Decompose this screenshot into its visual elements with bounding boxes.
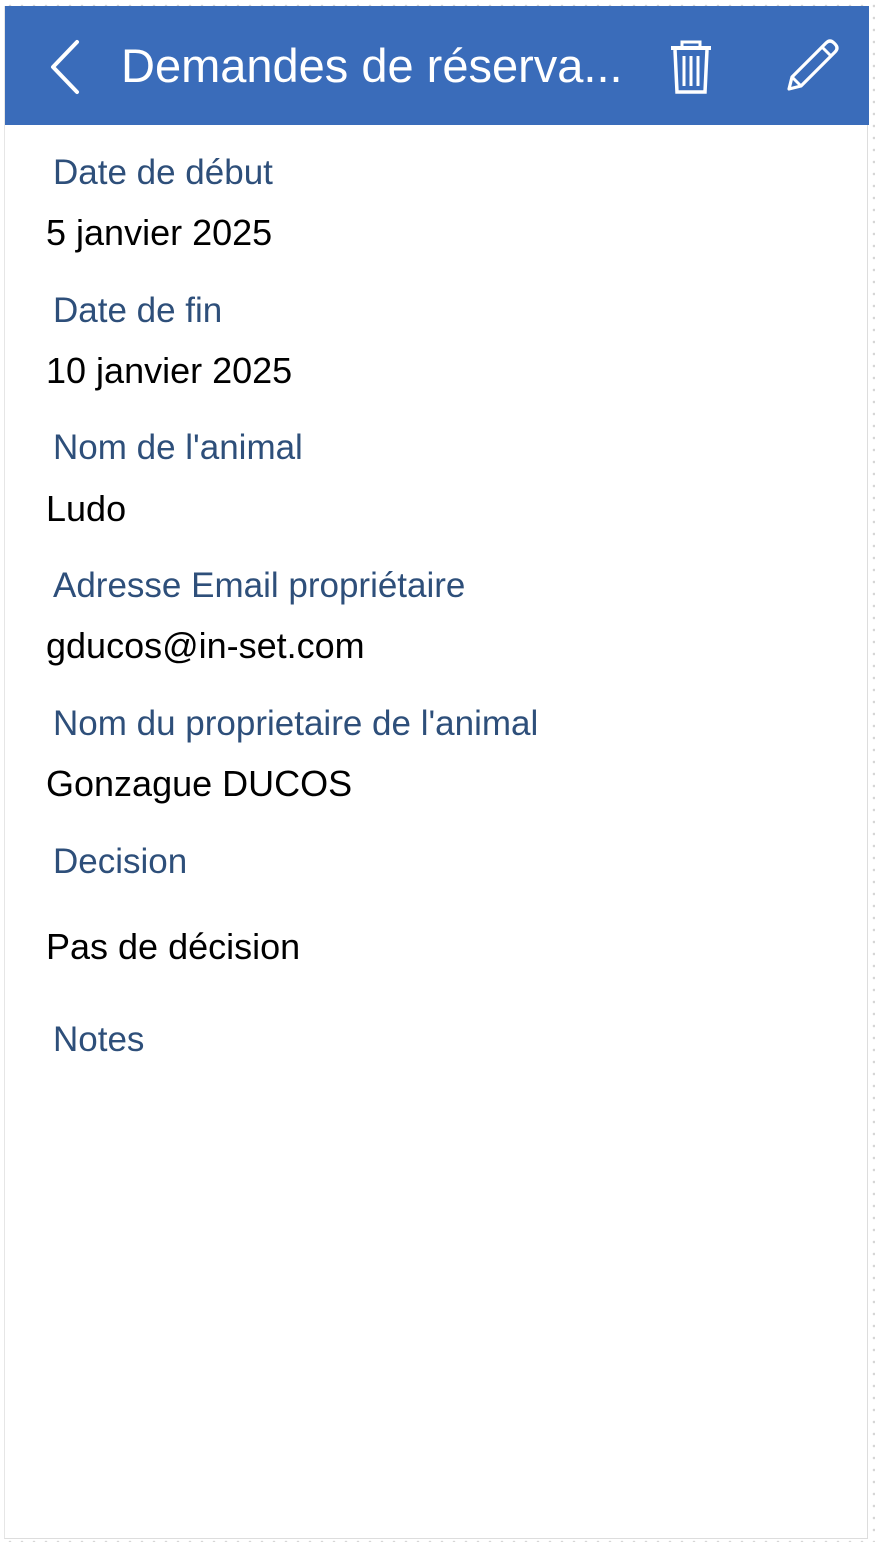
owner-name-value: Gonzague DUCOS bbox=[46, 763, 353, 804]
start-date-value: 5 janvier 2025 bbox=[46, 212, 273, 253]
trash-icon bbox=[671, 40, 711, 94]
chevron-left-icon bbox=[51, 40, 79, 94]
animal-name-value: Ludo bbox=[46, 488, 127, 529]
owner-name-label: Nom du proprietaire de l'animal bbox=[53, 704, 539, 743]
decision-label: Decision bbox=[53, 842, 188, 881]
app-canvas: Demandes de réserva... Date de début 5 j… bbox=[0, 0, 875, 1542]
detail-screen: Demandes de réserva... Date de début 5 j… bbox=[4, 6, 869, 1539]
page-title: Demandes de réserva... bbox=[121, 39, 623, 92]
end-date-label: Date de fin bbox=[53, 291, 223, 330]
owner-email-label: Adresse Email propriétaire bbox=[53, 566, 466, 605]
edit-button[interactable] bbox=[780, 36, 842, 98]
header-bar: Demandes de réserva... bbox=[5, 6, 869, 125]
end-date-value: 10 janvier 2025 bbox=[46, 350, 293, 391]
start-date-label: Date de début bbox=[53, 153, 273, 192]
decision-value: Pas de décision bbox=[46, 926, 301, 967]
animal-name-label: Nom de l'animal bbox=[53, 428, 303, 467]
back-button[interactable] bbox=[41, 34, 97, 98]
delete-button[interactable] bbox=[665, 36, 717, 96]
owner-email-value: gducos@in-set.com bbox=[46, 625, 365, 666]
pencil-icon bbox=[787, 39, 839, 91]
notes-label: Notes bbox=[53, 1020, 145, 1059]
